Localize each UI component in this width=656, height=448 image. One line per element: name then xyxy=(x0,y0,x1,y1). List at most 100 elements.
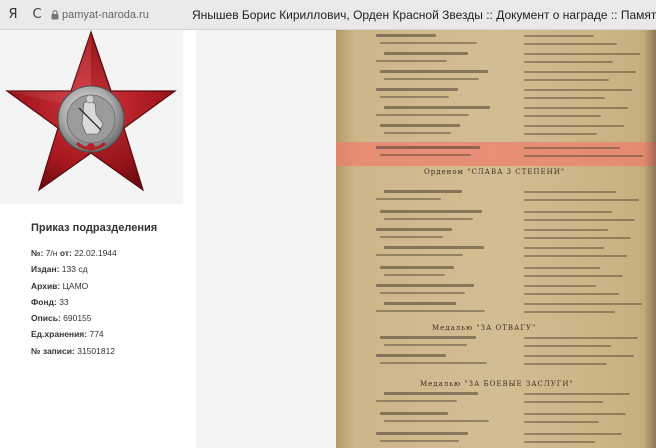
scan-text-line xyxy=(376,310,485,312)
scan-text-line xyxy=(380,124,460,127)
scan-text-line xyxy=(384,420,489,422)
fond-row: Фонд: 33 xyxy=(31,296,69,307)
scan-text-line xyxy=(524,191,616,193)
scan-text-line xyxy=(524,155,643,157)
scan-text-line xyxy=(384,132,451,134)
scan-text-line xyxy=(524,97,605,99)
scan-text-line xyxy=(380,336,476,339)
scan-text-line xyxy=(524,125,624,127)
scan-text-line xyxy=(524,311,615,313)
scan-text-line xyxy=(524,355,634,357)
scan-text-line xyxy=(524,61,613,63)
scan-text-line xyxy=(524,107,628,109)
scan-text-line xyxy=(524,79,609,81)
scan-text-line xyxy=(384,392,478,395)
page-content: Приказ подразделения №: 7/н от: 22.02.19… xyxy=(0,30,656,448)
medal-image-box xyxy=(0,30,183,204)
scan-text-line xyxy=(380,292,465,294)
scan-text-line xyxy=(524,345,611,347)
scan-text-line xyxy=(380,96,449,98)
scan-text-line xyxy=(524,43,617,45)
scan-text-line xyxy=(384,218,473,220)
scan-text-line xyxy=(384,344,467,346)
storage-unit-row: Ед.хранения: 774 xyxy=(31,329,104,340)
scan-text-line xyxy=(384,106,490,109)
archive-row: Архив: ЦАМО xyxy=(31,280,89,291)
scan-text-line xyxy=(524,337,638,339)
scan-text-line xyxy=(376,354,446,357)
scan-text-line xyxy=(380,70,488,73)
scan-text-line xyxy=(524,147,620,149)
scan-text-line xyxy=(376,34,436,37)
document-info: Приказ подразделения №: 7/н от: 22.02.19… xyxy=(31,222,191,359)
scan-text-line xyxy=(376,284,474,287)
lock-icon[interactable] xyxy=(48,9,62,20)
scan-text-line xyxy=(376,228,452,231)
scan-text-line xyxy=(524,53,640,55)
scan-text-line xyxy=(380,236,443,238)
scan-text-line xyxy=(524,267,600,269)
scan-section-heading: Медалью "ЗА ОТВАГУ" xyxy=(432,324,537,332)
document-title: Приказ подразделения xyxy=(31,222,158,234)
scan-text-line xyxy=(524,303,642,305)
scan-text-line xyxy=(524,35,594,37)
award-info-panel: Приказ подразделения №: 7/н от: 22.02.19… xyxy=(0,30,196,448)
scan-text-line xyxy=(384,52,468,55)
address-bar-domain[interactable]: pamyat-naroda.ru xyxy=(62,9,192,21)
scan-text-line xyxy=(380,154,471,156)
scan-text-line xyxy=(524,229,608,231)
scan-text-line xyxy=(524,115,601,117)
scan-text-line xyxy=(380,42,477,44)
document-scan-image[interactable]: Орденом "СЛАВА 3 СТЕПЕНИ" Медалью "ЗА ОТ… xyxy=(336,30,656,448)
scan-text-line xyxy=(376,60,447,62)
scan-text-line xyxy=(384,246,484,249)
scan-text-line xyxy=(384,274,445,276)
scan-text-line xyxy=(376,400,457,402)
scan-text-line xyxy=(376,114,469,116)
scan-text-line xyxy=(524,401,603,403)
scan-text-line xyxy=(524,71,636,73)
scan-text-line xyxy=(380,266,454,269)
scan-text-line xyxy=(524,441,595,443)
scan-text-line xyxy=(376,432,468,435)
scan-text-line xyxy=(384,78,479,80)
record-number-row: № записи: 31501812 xyxy=(31,345,116,356)
reload-icon[interactable]: C xyxy=(26,7,48,22)
browser-toolbar: Я C pamyat-naroda.ru Янышев Борис Кирилл… xyxy=(0,0,656,30)
scan-text-line xyxy=(384,190,462,193)
scan-section-heading: Медалью "ЗА БОЕВЫЕ ЗАСЛУГИ" xyxy=(420,380,574,388)
scan-text-line xyxy=(524,219,635,221)
page-background xyxy=(196,30,336,448)
scan-text-line xyxy=(524,433,622,435)
scan-edge-shadow xyxy=(644,30,656,448)
page-title: Янышев Борис Кириллович, Орден Красной З… xyxy=(192,7,656,22)
scan-text-line xyxy=(524,199,639,201)
scan-text-line xyxy=(524,293,619,295)
order-number-row: №: 7/н от: 22.02.1944 xyxy=(31,248,117,258)
scan-text-line xyxy=(376,146,480,149)
scan-text-line xyxy=(380,210,482,213)
scan-text-line xyxy=(376,254,463,256)
scan-text-line xyxy=(524,89,632,91)
scan-text-line xyxy=(524,237,631,239)
scan-text-line xyxy=(524,255,627,257)
scan-text-line xyxy=(376,88,458,91)
issued-by-row: Издан: 133 сд xyxy=(31,264,88,275)
scan-text-line xyxy=(524,413,626,415)
scan-text-line xyxy=(524,421,599,423)
inventory-row: Опись: 690155 xyxy=(31,313,92,324)
scan-text-line xyxy=(524,211,612,213)
yandex-logo-icon[interactable]: Я xyxy=(0,7,26,22)
scan-text-line xyxy=(380,412,448,415)
scan-text-line xyxy=(384,302,456,305)
scan-text-line xyxy=(524,133,597,135)
scan-text-line xyxy=(380,440,459,442)
scan-text-line xyxy=(524,363,607,365)
scan-text-line xyxy=(524,275,623,277)
scan-text-line xyxy=(524,247,604,249)
scan-text-line xyxy=(524,393,630,395)
scan-text-line xyxy=(380,362,487,364)
order-of-red-star-icon xyxy=(5,30,177,192)
scan-text-line xyxy=(524,285,596,287)
scan-section-heading: Орденом "СЛАВА 3 СТЕПЕНИ" xyxy=(424,168,566,176)
